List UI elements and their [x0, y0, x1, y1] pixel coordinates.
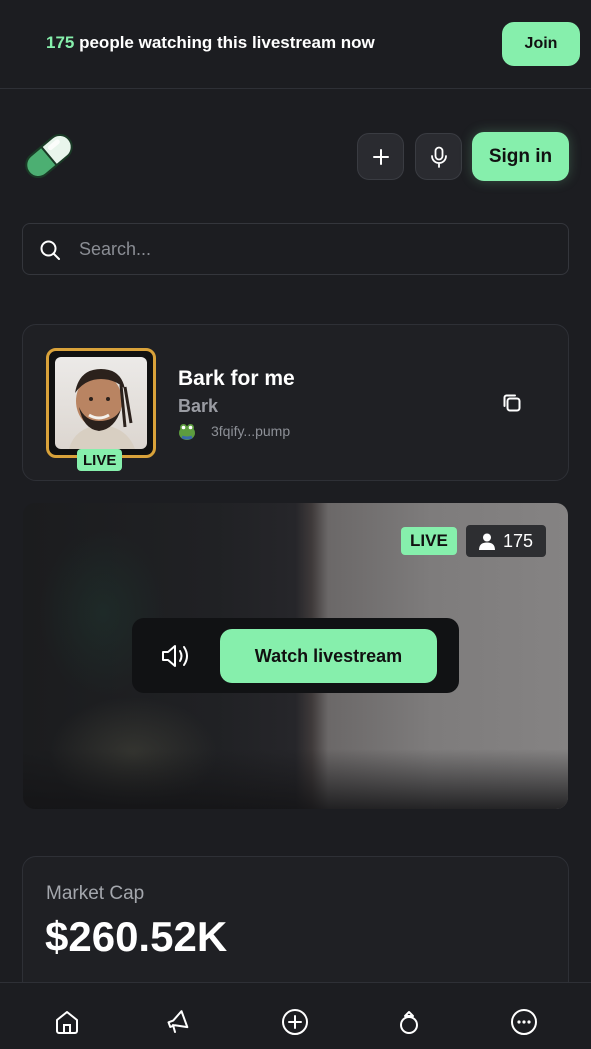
plus-circle-icon	[282, 1009, 308, 1035]
token-ticker: Bark	[178, 396, 219, 416]
stream-live-badge: LIVE	[401, 527, 457, 555]
token-address[interactable]: 3fqify...pump	[211, 423, 290, 439]
pill-logo-icon[interactable]	[20, 127, 78, 185]
watch-livestream-button[interactable]: Watch livestream	[220, 629, 437, 683]
join-button[interactable]: Join	[502, 22, 580, 66]
voice-button[interactable]	[415, 133, 462, 180]
frog-avatar-icon	[179, 424, 195, 440]
token-live-badge: LIVE	[77, 449, 123, 471]
copy-icon[interactable]	[500, 391, 524, 415]
home-icon	[56, 1011, 78, 1034]
search-bar[interactable]	[22, 223, 569, 275]
megaphone-icon	[167, 1010, 189, 1033]
nav-ring[interactable]	[394, 1007, 424, 1037]
banner-message: people watching this livestream now	[74, 33, 375, 52]
viewer-count-pill: 175	[466, 525, 546, 557]
token-avatar-frame	[46, 348, 156, 458]
token-name: Bark for me	[178, 367, 295, 390]
token-card[interactable]: LIVE Bark for me Bark 3fqify...pump	[22, 324, 569, 481]
speaker-icon[interactable]	[160, 642, 192, 670]
nav-create[interactable]	[280, 1007, 310, 1037]
sign-in-button[interactable]: Sign in	[472, 132, 569, 181]
market-cap-label: Market Cap	[46, 883, 145, 904]
ring-icon	[400, 1011, 418, 1034]
viewer-count: 175	[502, 530, 534, 551]
nav-more[interactable]	[509, 1007, 539, 1037]
banner-viewer-count: 175	[46, 33, 75, 52]
search-icon	[40, 240, 60, 260]
create-button[interactable]	[357, 133, 404, 180]
plus-icon	[372, 148, 389, 165]
banner-text: 175 people watching this livestream now	[46, 33, 375, 53]
nav-announcements[interactable]	[163, 1007, 193, 1037]
livestream-banner: 175 people watching this livestream now …	[0, 0, 591, 89]
stream-controls: Watch livestream	[132, 618, 459, 693]
nav-home[interactable]	[52, 1007, 82, 1037]
bottom-nav	[0, 982, 591, 1049]
livestream-preview[interactable]: LIVE 175 Watch livestream	[23, 503, 568, 809]
more-icon	[511, 1009, 537, 1035]
user-icon	[478, 533, 495, 550]
stream-shade	[23, 749, 568, 809]
streamer-avatar	[55, 357, 147, 449]
microphone-icon	[430, 146, 447, 168]
search-input[interactable]	[79, 224, 549, 274]
market-cap-value: $260.52K	[45, 913, 228, 960]
